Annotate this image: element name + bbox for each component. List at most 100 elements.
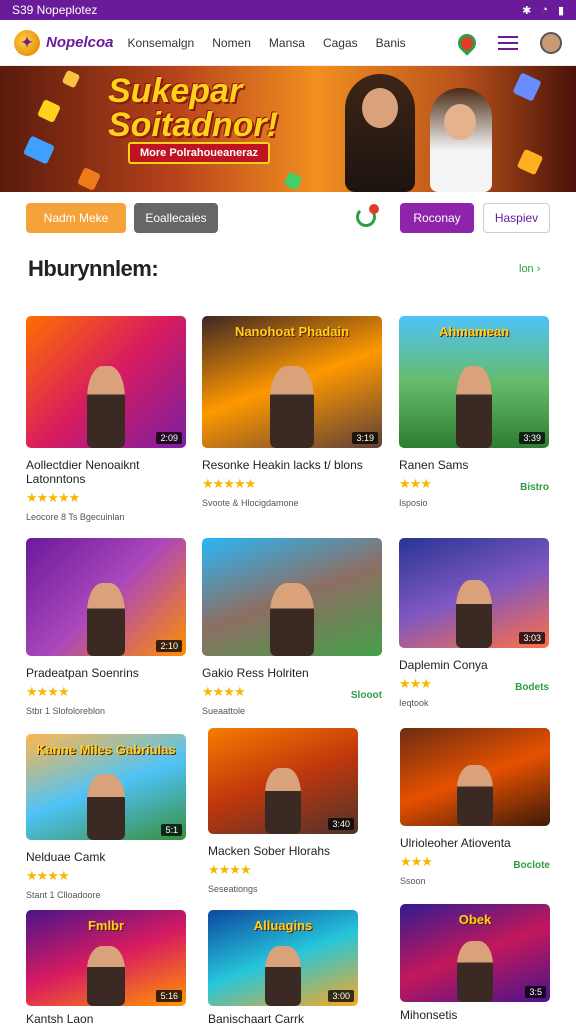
filter-button-3[interactable]: Roconay [400,203,474,233]
logo-text[interactable]: Nopelcoa [46,34,114,51]
game-title[interactable]: Ranen Sams [399,458,549,472]
system-icons: ✱ ◔ ▮ [522,4,564,17]
character-figure [265,946,301,1006]
nav-link-2[interactable]: Nomen [212,36,251,50]
duration-badge: 2:10 [156,640,182,652]
hero-banner[interactable]: Sukepar Soitadnor! More Polrahoueaneraz [0,66,576,192]
character-figure [457,941,493,1002]
game-card[interactable]: Ulrioleoher Atioventa ★★★ Boclote Ssoon [400,728,550,886]
game-title[interactable]: Daplemin Conya [399,658,549,672]
game-meta: Ssoon [400,876,426,886]
hero-title: Sukepar Soitadnor! [108,72,278,144]
cube-icon [283,171,303,191]
character-figure [270,366,314,448]
nav-link-1[interactable]: Konsemalgn [128,36,195,50]
game-thumbnail[interactable]: 2:09 [26,316,186,448]
game-meta: Ieqtook [399,698,429,708]
game-card[interactable]: Nanohoat Phadain 3:19 Resonke Heakin lacks… [202,316,382,508]
filter-bar: Nadm Meke Eoallecaies Roconay Haspiev [0,196,576,240]
character-figure [86,774,126,840]
status-badge: Slooot [350,690,382,701]
chevron-right-icon: › [536,263,541,275]
cube-icon [22,135,56,165]
game-title[interactable]: Aollectdier Nenoaiknt Latonntons [26,458,186,486]
rating-stars: ★★★★★ [26,490,80,505]
duration-badge: 3:5 [525,986,546,998]
cube-icon [512,72,542,102]
cube-icon [61,69,81,89]
game-thumbnail[interactable]: 2:10 [26,538,186,656]
location-pin-icon[interactable] [454,29,480,56]
hero-subtitle[interactable]: More Polrahoueaneraz [128,142,270,164]
filter-button-4[interactable]: Haspiev [483,203,550,233]
character-figure [456,366,492,448]
see-all-link[interactable]: lon › [519,263,540,275]
game-thumbnail[interactable]: 3:03 [399,538,549,648]
rating-stars: ★★★★ [26,868,70,883]
status-badge: Bodets [515,682,549,693]
user-avatar[interactable] [540,31,562,54]
game-title[interactable]: Resonke Heakin lacks t/ blons [202,458,382,472]
game-card[interactable]: Kanne Miles Gabriulas 5:1 Nelduae Camk ★★★★… [26,734,186,900]
game-thumbnail[interactable]: 3:40 [208,728,358,834]
game-thumbnail[interactable]: Alluagins 3:00 [208,910,358,1006]
game-meta: Stant 1 Clloadoore [26,890,101,900]
game-thumbnail[interactable]: Obek 3:5 [400,904,550,1002]
hero-character-2 [430,88,492,192]
game-meta: Isposio [399,498,428,508]
game-thumbnail[interactable] [202,538,382,656]
game-card[interactable]: 2:10 Pradeatpan Soenrins ★★★★ Stbr 1 Slofol… [26,538,186,716]
logo-icon[interactable]: ✦ [14,29,40,56]
refresh-icon[interactable] [356,204,379,227]
game-card[interactable]: 2:09 Aollectdier Nenoaiknt Latonntons ★★★★… [26,316,186,522]
game-card[interactable]: 3:40 Macken Sober Hlorahs ★★★★ Seseationgs [208,728,358,894]
game-title[interactable]: Macken Sober Hlorahs [208,844,358,858]
see-all-label: lon [519,263,534,275]
character-figure [86,946,126,1006]
game-thumbnail[interactable]: Fmlbr 5:16 [26,910,186,1006]
game-title[interactable]: Ulrioleoher Atioventa [400,836,550,850]
game-card[interactable]: Alluagins 3:00 Banischaart Carrk [208,910,358,1026]
nav-link-5[interactable]: Banis [376,36,406,50]
game-card[interactable]: Obek 3:5 Mihonsetis [400,904,550,1022]
character-figure [265,768,301,834]
game-card[interactable]: Gakio Ress Holriten ★★★★ Slooot Sueaattole [202,538,382,716]
game-thumbnail[interactable] [400,728,550,826]
game-card[interactable]: Fmlbr 5:16 Kantsh Laon [26,910,186,1026]
rating-stars: ★★★★★ [202,476,256,491]
game-title[interactable]: Gakio Ress Holriten [202,666,382,680]
character-figure [456,579,492,648]
game-thumbnail[interactable]: Nanohoat Phadain 3:19 [202,316,382,448]
character-figure [457,765,493,826]
duration-badge: 3:00 [328,990,354,1002]
game-meta: Seseationgs [208,884,258,894]
game-title[interactable]: Nelduae Camk [26,850,186,864]
cube-icon [37,99,61,123]
game-meta: Svoote & Hlocigdamone [202,498,299,508]
game-thumbnail[interactable]: Ahmamean 3:39 [399,316,549,448]
game-meta: Sueaattole [202,706,246,716]
nav-link-4[interactable]: Cagas [323,36,358,50]
hamburger-menu-icon[interactable] [498,35,518,50]
status-time: S39 Nopeplotez [12,3,98,17]
duration-badge: 3:40 [328,818,354,830]
status-badge: Bistro [520,482,549,493]
duration-badge: 2:09 [156,432,182,444]
game-title[interactable]: Pradeatpan Soenrins [26,666,186,680]
game-card[interactable]: Ahmamean 3:39 Ranen Sams ★★★ Bistro Isposio [399,316,549,508]
filter-button-2[interactable]: Eoallecaies [134,203,218,233]
game-title[interactable]: Mihonsetis [400,1008,550,1022]
duration-badge: 3:39 [519,432,545,444]
nav-links: Konsemalgn Nomen Mansa Cagas Banis [128,36,406,50]
nav-link-3[interactable]: Mansa [269,36,305,50]
thumbnail-title-art: Fmlbr [87,918,125,933]
bluetooth-icon: ✱ [522,4,532,17]
game-card[interactable]: 3:03 Daplemin Conya ★★★ Bodets Ieqtook [399,538,549,708]
character-figure [86,366,126,448]
rating-stars: ★★★★ [26,684,70,699]
filter-button-1[interactable]: Nadm Meke [26,203,126,233]
game-thumbnail[interactable]: Kanne Miles Gabriulas 5:1 [26,734,186,840]
duration-badge: 3:03 [519,632,545,644]
character-figure [86,582,126,656]
battery-icon: ▮ [557,4,564,17]
